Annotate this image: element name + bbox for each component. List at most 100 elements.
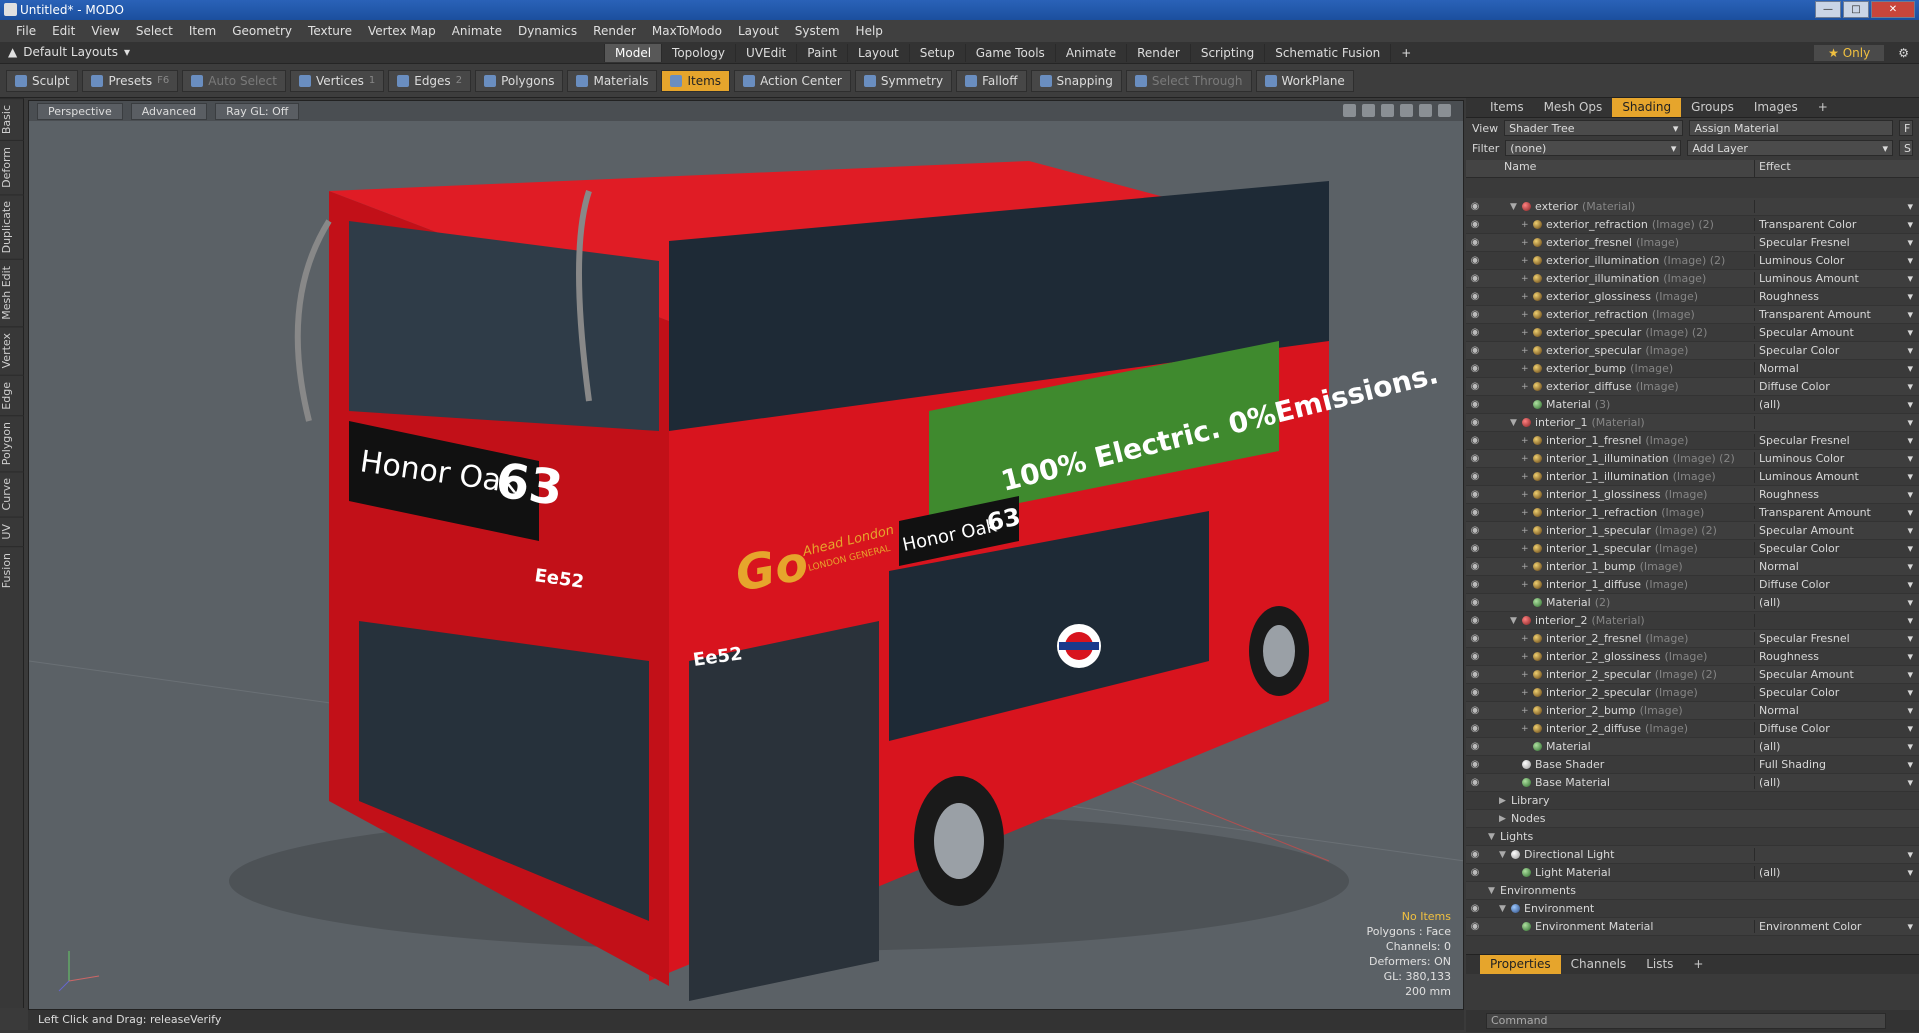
menu-help[interactable]: Help	[848, 24, 891, 38]
expand-toggle-icon[interactable]: ▼	[1510, 418, 1518, 428]
visibility-eye-icon[interactable]: ◉	[1466, 345, 1484, 356]
menu-render[interactable]: Render	[585, 24, 644, 38]
visibility-eye-icon[interactable]: ◉	[1466, 381, 1484, 392]
perspective-button[interactable]: Perspective	[37, 102, 123, 120]
menu-item[interactable]: Item	[181, 24, 224, 38]
visibility-eye-icon[interactable]: ◉	[1466, 579, 1484, 590]
materials-button[interactable]: Materials	[567, 69, 658, 92]
rotate-view-icon[interactable]	[1362, 104, 1375, 117]
tree-row[interactable]: ◉ + exterior_diffuse (Image) Diffuse Color ▾	[1466, 378, 1919, 396]
tree-row[interactable]: ◉ + interior_2_diffuse (Image) Diffuse Color…	[1466, 720, 1919, 738]
tree-row-effect[interactable]: (all) ▾	[1754, 398, 1919, 411]
expand-toggle-icon[interactable]: +	[1521, 670, 1529, 680]
visibility-eye-icon[interactable]: ◉	[1466, 273, 1484, 284]
vertices-button[interactable]: Vertices 1	[289, 69, 385, 92]
tab-topology[interactable]: Topology	[661, 44, 735, 62]
expand-toggle-icon[interactable]: +	[1521, 346, 1529, 356]
menu-system[interactable]: System	[787, 24, 848, 38]
tree-row-effect[interactable]: ▾	[1754, 416, 1919, 429]
expand-toggle-icon[interactable]: ▼	[1499, 904, 1507, 914]
expand-toggle-icon[interactable]: +	[1521, 580, 1529, 590]
tree-row[interactable]: ◉ + exterior_illumination (Image) Luminous A…	[1466, 270, 1919, 288]
raygl-button[interactable]: Ray GL: Off	[215, 102, 300, 120]
tree-row-effect[interactable]: Diffuse Color ▾	[1754, 578, 1919, 591]
effect-column-header[interactable]: Effect	[1754, 160, 1919, 177]
expand-toggle-icon[interactable]: +	[1521, 238, 1529, 248]
tree-row-effect[interactable]: (all) ▾	[1754, 866, 1919, 879]
tree-row[interactable]: ◉ Material (3) (all) ▾	[1466, 396, 1919, 414]
expand-toggle-icon[interactable]: ▶	[1499, 796, 1507, 806]
expand-toggle-icon[interactable]: +	[1521, 310, 1529, 320]
expand-toggle-icon[interactable]: +	[1521, 472, 1529, 482]
tree-row[interactable]: ◉ + interior_2_bump (Image) Normal ▾	[1466, 702, 1919, 720]
vtab-vertex[interactable]: Vertex	[0, 326, 24, 375]
tree-row-effect[interactable]: Luminous Color ▾	[1754, 452, 1919, 465]
tree-row[interactable]: ◉ + exterior_fresnel (Image) Specular Fresne…	[1466, 234, 1919, 252]
tab-items[interactable]: Items	[1480, 98, 1534, 117]
expand-toggle-icon[interactable]: +	[1521, 328, 1529, 338]
tree-row-effect[interactable]: ▾	[1754, 848, 1919, 861]
expand-toggle-icon[interactable]: ▶	[1499, 814, 1507, 824]
tab-properties[interactable]: Properties	[1480, 955, 1561, 974]
expand-toggle-icon[interactable]: +	[1521, 562, 1529, 572]
viewport-arrow-icon[interactable]	[1438, 104, 1451, 117]
tree-row[interactable]: ▼ Environments	[1466, 882, 1919, 900]
tree-row[interactable]: ◉ Material (all) ▾	[1466, 738, 1919, 756]
visibility-eye-icon[interactable]: ◉	[1466, 201, 1484, 212]
tree-row[interactable]: ◉ + exterior_glossiness (Image) Roughness ▾	[1466, 288, 1919, 306]
tree-row-effect[interactable]: (all) ▾	[1754, 740, 1919, 753]
expand-toggle-icon[interactable]: ▼	[1488, 886, 1496, 896]
tree-row[interactable]: ◉ + interior_2_fresnel (Image) Specular Fres…	[1466, 630, 1919, 648]
auto-select-button[interactable]: Auto Select	[182, 69, 286, 92]
visibility-eye-icon[interactable]: ◉	[1466, 777, 1484, 788]
visibility-eye-icon[interactable]: ◉	[1466, 237, 1484, 248]
tab-game-tools[interactable]: Game Tools	[964, 44, 1055, 62]
menu-view[interactable]: View	[83, 24, 127, 38]
tree-row[interactable]: ◉ + exterior_refraction (Image) (2) Transpar…	[1466, 216, 1919, 234]
expand-toggle-icon[interactable]: ▼	[1499, 850, 1507, 860]
name-column-header[interactable]: Name	[1484, 160, 1754, 177]
tree-row-effect[interactable]: Transparent Amount ▾	[1754, 506, 1919, 519]
advanced-button[interactable]: Advanced	[130, 102, 208, 120]
add-bottom-tab-button[interactable]: +	[1683, 955, 1713, 974]
tree-row[interactable]: ◉ + interior_2_glossiness (Image) Roughness ▾	[1466, 648, 1919, 666]
tree-row[interactable]: ◉ + exterior_specular (Image) Specular Color…	[1466, 342, 1919, 360]
visibility-eye-icon[interactable]: ◉	[1466, 651, 1484, 662]
zoom-view-icon[interactable]	[1381, 104, 1394, 117]
tab-schematic-fusion[interactable]: Schematic Fusion	[1264, 44, 1390, 62]
visibility-eye-icon[interactable]: ◉	[1466, 633, 1484, 644]
visibility-eye-icon[interactable]: ◉	[1466, 363, 1484, 374]
tree-row[interactable]: ◉ Base Material (all) ▾	[1466, 774, 1919, 792]
tree-row-effect[interactable]: Transparent Amount ▾	[1754, 308, 1919, 321]
tree-row-effect[interactable]: Specular Amount ▾	[1754, 668, 1919, 681]
tree-row-effect[interactable]: Luminous Amount ▾	[1754, 470, 1919, 483]
tree-row[interactable]: ◉ ▼ Environment	[1466, 900, 1919, 918]
visibility-eye-icon[interactable]: ◉	[1466, 921, 1484, 932]
visibility-eye-icon[interactable]: ◉	[1466, 489, 1484, 500]
expand-toggle-icon[interactable]: +	[1521, 634, 1529, 644]
tree-row[interactable]: ◉ + exterior_bump (Image) Normal ▾	[1466, 360, 1919, 378]
vtab-deform[interactable]: Deform	[0, 140, 24, 195]
tab-layout[interactable]: Layout	[846, 44, 909, 62]
visibility-eye-icon[interactable]: ◉	[1466, 309, 1484, 320]
s-button[interactable]: S	[1899, 140, 1913, 156]
menu-edit[interactable]: Edit	[44, 24, 83, 38]
tree-row[interactable]: ◉ + exterior_specular (Image) (2) Specular A…	[1466, 324, 1919, 342]
expand-toggle-icon[interactable]: +	[1521, 454, 1529, 464]
tree-row[interactable]: ◉ ▼ interior_1 (Material) ▾	[1466, 414, 1919, 432]
vtab-uv[interactable]: UV	[0, 516, 24, 546]
tree-row-effect[interactable]: Roughness ▾	[1754, 290, 1919, 303]
expand-toggle-icon[interactable]: +	[1521, 256, 1529, 266]
tab-channels[interactable]: Channels	[1561, 955, 1637, 974]
tree-row-effect[interactable]: Specular Color ▾	[1754, 686, 1919, 699]
expand-toggle-icon[interactable]: +	[1521, 526, 1529, 536]
tree-row[interactable]: ◉ + interior_1_illumination (Image) (2) Lumi…	[1466, 450, 1919, 468]
visibility-eye-icon[interactable]: ◉	[1466, 543, 1484, 554]
tree-row[interactable]: ◉ ▼ exterior (Material) ▾	[1466, 198, 1919, 216]
vtab-edge[interactable]: Edge	[0, 374, 24, 416]
tab-lists[interactable]: Lists	[1636, 955, 1683, 974]
visibility-eye-icon[interactable]: ◉	[1466, 903, 1484, 914]
tree-row-effect[interactable]: ▾	[1754, 614, 1919, 627]
visibility-eye-icon[interactable]: ◉	[1466, 219, 1484, 230]
visibility-eye-icon[interactable]: ◉	[1466, 399, 1484, 410]
